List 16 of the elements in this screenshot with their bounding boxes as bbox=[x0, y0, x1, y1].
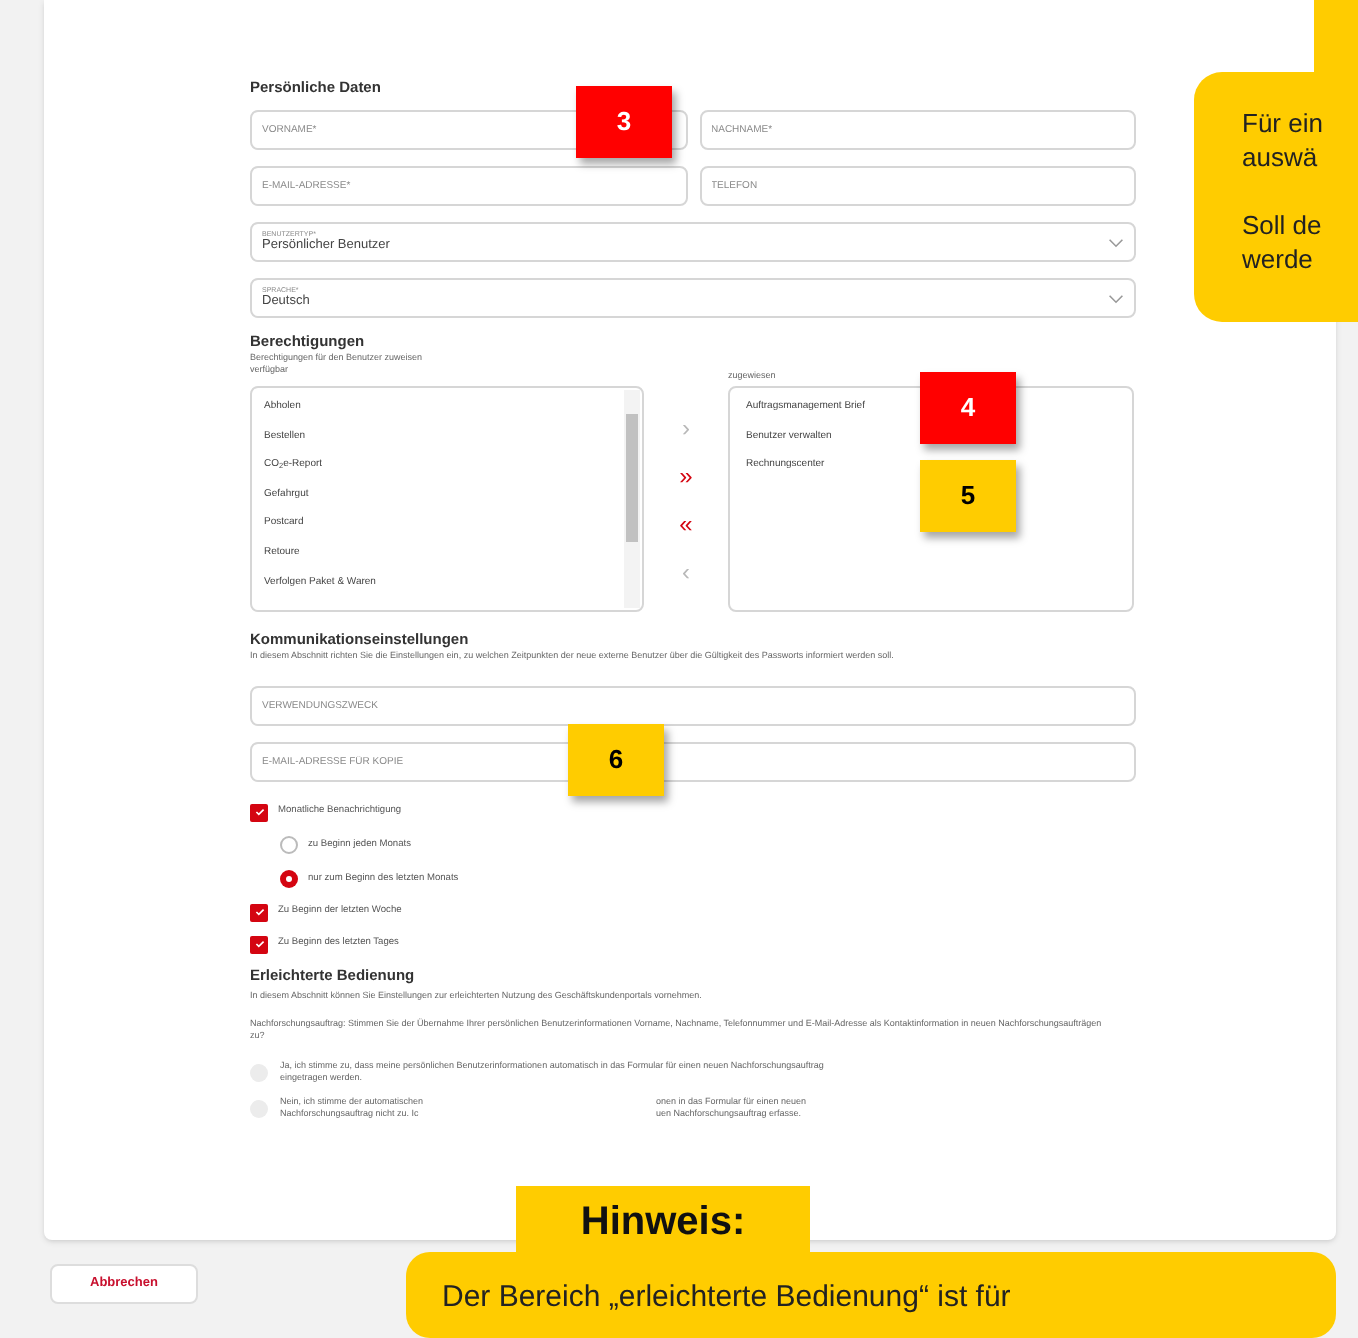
tooltip-text: Soll de bbox=[1242, 208, 1324, 242]
chevron-down-icon bbox=[1108, 237, 1124, 247]
chevron-down-icon bbox=[1108, 293, 1124, 303]
hint-text: Der Bereich „erleichterte Bedienung“ ist für bbox=[442, 1278, 1013, 1318]
tooltip-text: Für ein bbox=[1242, 106, 1325, 140]
number-badge: 4 bbox=[920, 372, 1016, 444]
move-button[interactable]: » bbox=[676, 461, 696, 489]
scrollbar[interactable] bbox=[624, 390, 640, 608]
hint-title: Hinweis: bbox=[516, 1186, 810, 1258]
number-badge: 6 bbox=[568, 724, 664, 796]
tooltip-text: werde bbox=[1242, 242, 1315, 276]
move-button[interactable]: « bbox=[676, 509, 696, 537]
tooltip-text: auswä bbox=[1242, 140, 1320, 174]
number-badge: 5 bbox=[920, 460, 1016, 532]
number-badge: 3 bbox=[576, 86, 672, 158]
scrollbar-thumb[interactable] bbox=[626, 414, 638, 542]
